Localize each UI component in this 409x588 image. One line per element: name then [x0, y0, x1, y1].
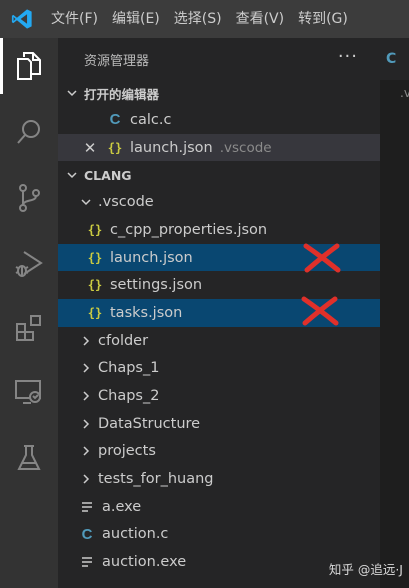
chevron-right-icon: [78, 333, 94, 349]
workspace-section-header[interactable]: CLANG: [58, 162, 380, 188]
watermark: 知乎 @追远·J: [328, 562, 403, 577]
file-name: tasks.json: [110, 304, 183, 321]
json-file-icon: {}: [107, 140, 123, 155]
tree-file-auction-c[interactable]: C auction.c: [58, 521, 380, 549]
open-editors-section-header[interactable]: 打开的编辑器: [58, 80, 380, 106]
open-editor-item-calc[interactable]: C calc.c: [58, 106, 380, 134]
tree-folder-projects[interactable]: projects: [58, 438, 380, 466]
tree-file-tasks-json[interactable]: {} tasks.json: [58, 296, 380, 327]
red-cross-mark-icon: [303, 243, 341, 273]
open-editors-label: 打开的编辑器: [84, 86, 160, 102]
tree-file-c-cpp-properties[interactable]: {} c_cpp_properties.json: [58, 216, 380, 244]
json-file-icon: {}: [87, 278, 103, 293]
red-cross-mark-icon: [301, 296, 339, 326]
chevron-right-icon: [78, 471, 94, 487]
testing-icon[interactable]: [0, 430, 58, 486]
source-control-icon[interactable]: [0, 170, 58, 226]
tree-folder-chaps-2[interactable]: Chaps_2: [58, 382, 380, 410]
chevron-down-icon: [64, 85, 80, 101]
title-bar: 文件(F) 编辑(E) 选择(S) 查看(V) 转到(G): [0, 0, 409, 38]
chevron-right-icon: [78, 416, 94, 432]
tree-folder-cfolder[interactable]: cfolder: [58, 327, 380, 355]
run-debug-icon[interactable]: [0, 236, 58, 292]
extensions-icon[interactable]: [0, 300, 58, 356]
folder-name: projects: [98, 443, 156, 460]
folder-name: tests_for_huang: [98, 471, 214, 488]
folder-name: Chaps_2: [98, 388, 160, 405]
tree-folder-vscode[interactable]: .vscode: [58, 188, 380, 216]
folder-name: DataStructure: [98, 415, 201, 432]
open-editor-filename: calc.c: [130, 111, 172, 128]
folder-name: cfolder: [98, 332, 149, 349]
chevron-right-icon: [78, 388, 94, 404]
c-file-icon: C: [109, 111, 121, 129]
editor-tab-bar: C: [380, 38, 409, 80]
file-name: c_cpp_properties.json: [110, 221, 268, 238]
generic-file-icon: [78, 556, 96, 568]
file-name: a.exe: [102, 498, 142, 515]
generic-file-icon: [78, 501, 96, 513]
file-name: auction.c: [102, 526, 169, 543]
breadcrumb[interactable]: .v: [400, 86, 409, 100]
close-icon[interactable]: ✕: [82, 139, 98, 157]
more-actions-button[interactable]: ···: [338, 46, 358, 67]
tree-folder-tests-for-huang[interactable]: tests_for_huang: [58, 465, 380, 493]
folder-name: .vscode: [98, 194, 154, 211]
search-icon[interactable]: [0, 104, 58, 160]
menu-go[interactable]: 转到(G): [291, 0, 355, 38]
file-name: settings.json: [110, 277, 203, 294]
explorer-icon[interactable]: [0, 38, 58, 94]
explorer-title: 资源管理器: [84, 53, 150, 69]
vscode-logo-icon[interactable]: [0, 0, 44, 38]
tree-file-a-exe[interactable]: a.exe: [58, 493, 380, 521]
folder-name: Chaps_1: [98, 360, 160, 377]
open-editor-filename: launch.json: [130, 139, 213, 156]
explorer-sidebar: 资源管理器 ··· 打开的编辑器 C calc.c ✕ {} launch.js…: [58, 38, 380, 588]
json-file-icon: {}: [87, 305, 103, 320]
file-name: launch.json: [110, 249, 193, 266]
remote-explorer-icon[interactable]: [0, 364, 58, 420]
menu-edit[interactable]: 编辑(E): [105, 0, 167, 38]
tree-file-settings-json[interactable]: {} settings.json: [58, 271, 380, 299]
tree-folder-chaps-1[interactable]: Chaps_1: [58, 355, 380, 383]
tree-file-launch-json[interactable]: {} launch.json: [58, 243, 380, 273]
json-file-icon: {}: [87, 250, 103, 265]
file-name: auction.exe: [102, 554, 187, 571]
activity-bar: [0, 38, 58, 588]
editor-tab-c-icon[interactable]: C: [386, 51, 396, 67]
workspace-label: CLANG: [84, 167, 132, 183]
menu-bar: 文件(F) 编辑(E) 选择(S) 查看(V) 转到(G): [44, 0, 355, 38]
menu-file[interactable]: 文件(F): [44, 0, 105, 38]
tree-folder-datastructure[interactable]: DataStructure: [58, 410, 380, 438]
chevron-right-icon: [78, 443, 94, 459]
open-editor-item-launch[interactable]: ✕ {} launch.json .vscode: [58, 133, 380, 162]
active-indicator: [0, 38, 3, 94]
chevron-right-icon: [78, 360, 94, 376]
chevron-down-icon: [64, 167, 80, 183]
explorer-header: 资源管理器 ···: [58, 38, 380, 80]
c-file-icon: C: [81, 525, 93, 543]
menu-selection[interactable]: 选择(S): [167, 0, 229, 38]
json-file-icon: {}: [87, 222, 103, 237]
editor-area: C .v: [380, 38, 409, 588]
chevron-down-icon: [78, 194, 94, 210]
menu-view[interactable]: 查看(V): [229, 0, 292, 38]
open-editor-folder: .vscode: [219, 139, 272, 156]
